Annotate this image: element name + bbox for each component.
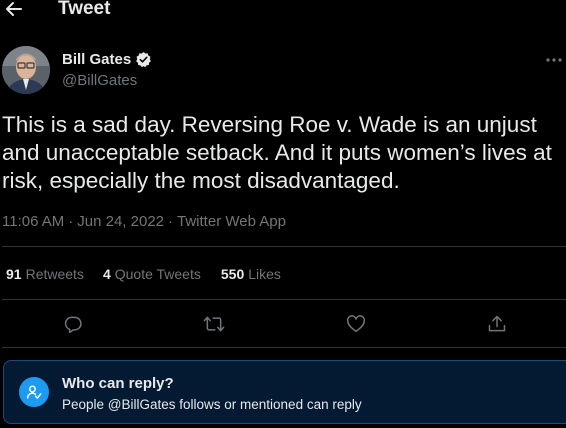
author-name-link[interactable]: Bill Gates [62,51,152,68]
likes-stat[interactable]: 550 Likes [221,266,281,282]
who-can-reply-banner: Who can reply? People @BillGates follows… [3,360,566,424]
quote-tweets-count: 4 [102,266,111,282]
top-bar: Tweet [0,0,566,22]
author-handle[interactable]: @BillGates [62,72,137,89]
more-icon [546,58,562,62]
retweets-count: 91 [6,266,22,282]
divider [2,299,566,300]
tweet-time[interactable]: 11:06 AM [2,213,64,230]
tweet-meta: 11:06 AM · Jun 24, 2022 · Twitter Web Ap… [2,213,286,230]
tweet-date[interactable]: Jun 24, 2022 [77,213,164,230]
meta-separator: · [168,213,174,230]
quote-tweets-label: Quote Tweets [114,266,201,282]
reply-icon [64,316,82,334]
retweets-stat[interactable]: 91 Retweets [6,266,84,282]
back-button[interactable] [2,0,26,20]
tweet-actions [0,310,566,338]
verified-badge-icon [136,52,152,68]
tweet-author: Bill Gates @BillGates [2,46,562,96]
likes-count: 550 [220,266,245,282]
avatar[interactable] [2,46,50,94]
banner-title: Who can reply? [62,375,174,392]
retweet-button[interactable] [200,310,228,338]
retweets-label: Retweets [25,266,84,282]
tweet-text: This is a sad day. Reversing Roe v. Wade… [2,112,552,193]
meta-separator: · [68,213,74,230]
retweet-icon [203,316,225,332]
page-title: Tweet [58,0,111,19]
engagement-stats: 91 Retweets 4 Quote Tweets 550 Likes [6,266,281,282]
reply-button[interactable] [59,310,87,338]
like-icon [347,315,365,333]
share-icon [488,315,506,332]
back-arrow-icon [6,2,22,16]
mention-user-icon [19,377,49,407]
like-button[interactable] [342,310,370,338]
divider [2,246,566,247]
banner-subtitle: People @BillGates follows or mentioned c… [62,397,362,412]
share-button[interactable] [483,310,511,338]
divider [2,347,566,348]
more-options-button[interactable] [542,50,566,70]
tweet-source[interactable]: Twitter Web App [177,213,286,230]
author-name: Bill Gates [62,51,132,68]
quote-tweets-stat[interactable]: 4 Quote Tweets [103,266,201,282]
likes-label: Likes [248,266,281,282]
